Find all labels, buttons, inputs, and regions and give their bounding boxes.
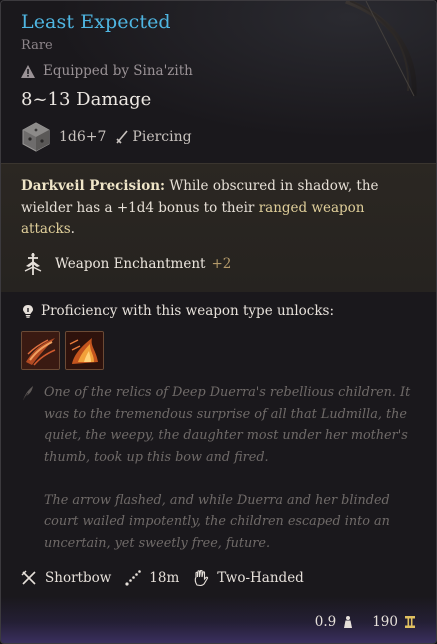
enchantment-bonus: +2 <box>211 256 232 272</box>
action-icon-2[interactable] <box>65 331 104 370</box>
proficiency-label: Proficiency with this weapon type unlock… <box>41 303 335 319</box>
item-tooltip: Least Expected Rare Equipped by Sina'zit… <box>0 0 437 644</box>
equipped-by-text: Equipped by Sina'zith <box>43 63 193 79</box>
dice-value: 1d6+7 <box>59 129 107 145</box>
weight-and-value: 0.9 190 <box>315 614 416 630</box>
weight-icon <box>344 616 353 628</box>
weapon-handedness[interactable]: Two-Handed <box>193 570 304 586</box>
proficiency-actions <box>21 331 104 370</box>
flame-burst-icon <box>66 332 103 369</box>
handedness-label: Two-Handed <box>217 570 304 586</box>
piercing-icon <box>116 130 129 144</box>
weapon-type-label: Shortbow <box>45 570 112 586</box>
bow-illustration <box>345 1 417 97</box>
weight-value: 0.9 <box>314 614 337 630</box>
action-icon-1[interactable] <box>21 331 60 370</box>
weapon-properties: Shortbow 18m Two-Handed <box>21 570 318 586</box>
weapon-enchantment[interactable]: Weapon Enchantment +2 <box>21 252 231 276</box>
enchantment-label: Weapon Enchantment <box>55 256 206 272</box>
enchantment-icon <box>24 253 42 275</box>
passive-name: Darkveil Precision: <box>21 178 166 194</box>
item-name: Least Expected <box>21 11 171 33</box>
gold-icon <box>405 616 415 628</box>
crossed-weapons-icon <box>21 570 36 585</box>
item-rarity: Rare <box>21 38 53 53</box>
passive-text-2: . <box>70 221 75 237</box>
lightbulb-icon <box>23 305 33 318</box>
lore-text: One of the relics of Deep Duerra's rebel… <box>44 382 416 576</box>
equipped-by: Equipped by Sina'zith <box>21 63 193 79</box>
damage-type: Piercing <box>132 129 192 145</box>
damage-dice-row: 1d6+7 Piercing <box>21 122 192 152</box>
gold-value: 190 <box>372 614 398 630</box>
weapon-type[interactable]: Shortbow <box>21 570 111 586</box>
range-icon <box>125 570 142 586</box>
range-label: 18m <box>149 570 180 586</box>
flame-slash-icon <box>22 332 59 369</box>
dice-icon <box>22 122 50 152</box>
damage-range: 8~13 Damage <box>21 89 152 110</box>
passive-section: Darkveil Precision: While obscured in sh… <box>1 163 436 292</box>
passive-description: Darkveil Precision: While obscured in sh… <box>21 176 419 241</box>
lore-paragraph-2: The arrow flashed, and while Duerra and … <box>44 492 390 551</box>
proficiency-header: Proficiency with this weapon type unlock… <box>21 303 334 319</box>
quill-icon <box>22 386 33 401</box>
lore-paragraph-1: One of the relics of Deep Duerra's rebel… <box>44 385 411 465</box>
weapon-range[interactable]: 18m <box>125 570 179 586</box>
warning-icon <box>21 64 35 78</box>
tooltip-header: Least Expected Rare Equipped by Sina'zit… <box>1 1 436 161</box>
hand-icon <box>195 570 209 586</box>
